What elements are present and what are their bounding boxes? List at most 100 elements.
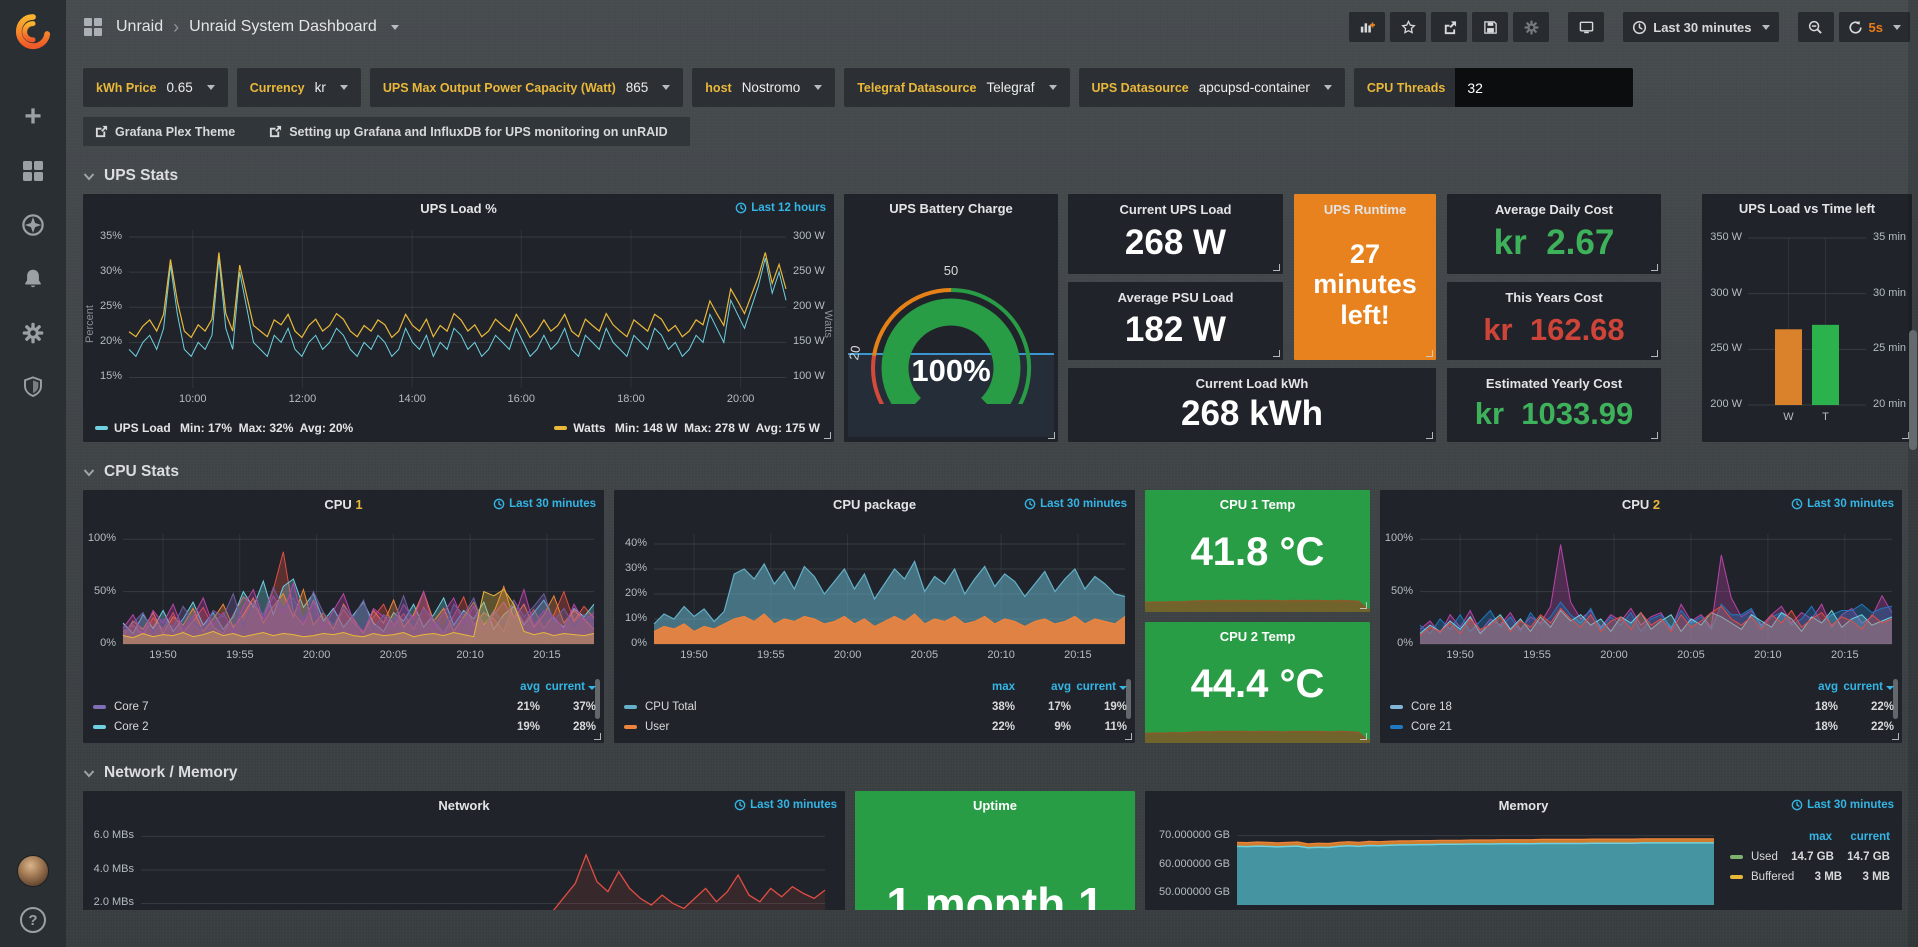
panel-title[interactable]: UPS Load % — [83, 201, 834, 216]
legend-scrollbar[interactable] — [595, 679, 600, 719]
legend-row[interactable]: Buffered3 MB3 MB — [1730, 867, 1890, 887]
axis-tick-label: 20:00 — [1600, 649, 1628, 661]
sidebar-item-alerting[interactable] — [20, 266, 46, 292]
variable-ups-datasource[interactable]: UPS Datasource apcupsd-container — [1079, 68, 1345, 107]
legend-row[interactable]: User22%9%11% — [624, 717, 1127, 737]
ups-load-vs-time-chart[interactable]: 350 W35 min300 W30 min250 W25 min200 W20… — [1702, 216, 1912, 442]
variable-telegraf-datasource[interactable]: Telegraf Datasource Telegraf — [844, 68, 1069, 107]
network-chart[interactable]: 6.0 MBs4.0 MBs2.0 MBs — [87, 819, 835, 910]
sidebar-item-server-admin[interactable] — [20, 374, 46, 400]
section-cpu-stats[interactable]: CPU Stats — [83, 463, 1912, 481]
sidebar-item-configuration[interactable] — [20, 320, 46, 346]
legend-sort-max[interactable]: max — [1774, 831, 1832, 843]
legend-item-watts[interactable]: Watts Min: 148 W Max: 278 W Avg: 175 W — [554, 421, 820, 435]
sidebar-item-explore[interactable] — [20, 212, 46, 238]
panel-time-range[interactable]: Last 30 minutes — [734, 799, 837, 811]
panel-title[interactable]: Average PSU Load — [1118, 290, 1234, 305]
ups-load-chart[interactable]: 35%300 W30%250 W25%200 W20%150 W15%100 W… — [87, 220, 830, 420]
time-range-button[interactable]: Last 30 minutes — [1623, 12, 1778, 42]
grafana-logo-icon[interactable] — [0, 0, 66, 64]
grafana-dashboard: + ? Unraid › — [0, 0, 1918, 947]
sidebar-item-create[interactable]: + — [20, 104, 46, 130]
variable-host[interactable]: host Nostromo — [692, 68, 835, 107]
variable-currency[interactable]: Currency kr — [237, 68, 361, 107]
legend-scrollbar[interactable] — [1126, 679, 1131, 719]
cpu-1-chart[interactable]: 100%50%0%19:5019:5520:0020:0520:1020:15 — [87, 516, 600, 674]
legend-sort-avg[interactable]: avg — [1015, 681, 1071, 693]
legend-sort-avg[interactable]: avg — [484, 681, 540, 693]
panel-time-range[interactable]: Last 30 minutes — [1024, 498, 1127, 510]
panel-title[interactable]: Estimated Yearly Cost — [1486, 376, 1622, 391]
panel-time-range[interactable]: Last 30 minutes — [1791, 498, 1894, 510]
legend-row[interactable]: CPU Total38%17%19% — [624, 697, 1127, 717]
variable-label: Telegraf Datasource — [857, 81, 976, 95]
legend-marker — [1390, 705, 1403, 709]
scrollbar-thumb[interactable] — [1909, 330, 1917, 450]
panel-cpu-1-temp: CPU 1 Temp 41.8 °C — [1145, 490, 1370, 612]
breadcrumb-folder[interactable]: Unraid — [116, 18, 163, 36]
variable-label: CPU Threads — [1367, 81, 1446, 95]
panel-title[interactable]: UPS Runtime — [1324, 202, 1406, 217]
panel-title[interactable]: This Years Cost — [1505, 290, 1602, 305]
panel-title[interactable]: Uptime — [855, 798, 1135, 813]
sidebar-item-dashboards[interactable] — [20, 158, 46, 184]
panel-title[interactable]: UPS Load vs Time left — [1702, 201, 1912, 216]
panel-title[interactable]: UPS Battery Charge — [844, 201, 1058, 216]
legend-row[interactable]: Core 1818%22% — [1390, 697, 1894, 717]
panel-title[interactable]: CPU 2 Temp — [1145, 629, 1370, 644]
legend-sort-avg[interactable]: avg — [1782, 681, 1838, 693]
section-network-memory[interactable]: Network / Memory — [83, 764, 1912, 782]
cpu-threads-input[interactable] — [1455, 68, 1633, 107]
legend-header: avgcurrent — [1390, 677, 1894, 697]
panel-title[interactable]: Current Load kWh — [1196, 376, 1309, 391]
help-button[interactable]: ? — [20, 907, 46, 933]
refresh-button[interactable]: 5s — [1839, 12, 1910, 42]
chart-canvas — [1149, 819, 1718, 910]
legend-sort-max[interactable]: max — [959, 681, 1015, 693]
legend-item-ups-load[interactable]: UPS Load Min: 17% Max: 32% Avg: 20% — [95, 421, 353, 435]
legend-scrollbar[interactable] — [1893, 679, 1898, 719]
section-ups-stats[interactable]: UPS Stats — [83, 167, 1912, 185]
panel-time-range[interactable]: Last 12 hours — [735, 202, 826, 214]
cpu-package-legend: maxavgcurrent CPU Total38%17%19%User22%9%… — [624, 677, 1127, 737]
variable-kwh-price[interactable]: kWh Price 0.65 — [83, 68, 228, 107]
dashboard-link-ups-monitoring[interactable]: Setting up Grafana and InfluxDB for UPS … — [269, 125, 667, 139]
variable-ups-max-power[interactable]: UPS Max Output Power Capacity (Watt) 865 — [370, 68, 683, 107]
legend-sort-current[interactable]: current — [1832, 831, 1890, 843]
legend-row[interactable]: Used14.7 GB14.7 GB — [1730, 847, 1890, 867]
legend-row[interactable]: Core 219%28% — [93, 717, 596, 737]
star-button[interactable] — [1390, 12, 1426, 42]
legend-sort-current[interactable]: current — [1838, 681, 1894, 693]
zoom-out-button[interactable] — [1798, 12, 1834, 42]
add-panel-button[interactable] — [1349, 12, 1385, 42]
memory-chart[interactable]: 70.000000 GB60.000000 GB50.000000 GB — [1149, 819, 1718, 910]
battery-charge-gauge[interactable]: 02050100100% — [844, 218, 1058, 404]
panel-time-range[interactable]: Last 30 minutes — [1791, 799, 1894, 811]
panel-title[interactable]: Current UPS Load — [1120, 202, 1232, 217]
panel-title[interactable]: Average Daily Cost — [1495, 202, 1613, 217]
page-scrollbar[interactable] — [1908, 0, 1918, 947]
user-avatar[interactable] — [17, 855, 49, 887]
panel-title[interactable]: CPU 1 Temp — [1145, 497, 1370, 512]
kiosk-mode-button[interactable] — [1568, 12, 1604, 42]
gear-icon — [1524, 20, 1539, 35]
legend-sort-current[interactable]: current — [540, 681, 596, 693]
dashboard-grid-icon[interactable] — [84, 18, 102, 36]
panel-time-range[interactable]: Last 30 minutes — [493, 498, 596, 510]
axis-tick-label: W — [1783, 411, 1793, 423]
legend-row[interactable]: Core 2118%22% — [1390, 717, 1894, 737]
legend-sort-current[interactable]: current — [1071, 681, 1127, 693]
share-button[interactable] — [1431, 12, 1467, 42]
cpu-package-chart[interactable]: 40%30%20%10%0%19:5019:5520:0020:0520:102… — [618, 516, 1131, 674]
variable-label: UPS Datasource — [1092, 81, 1189, 95]
panel-title[interactable]: Network — [83, 798, 845, 813]
legend-row[interactable]: Core 721%37% — [93, 697, 596, 717]
caret-down-icon[interactable] — [391, 25, 399, 30]
cpu-2-chart[interactable]: 100%50%0%19:5019:5520:0020:0520:1020:15 — [1384, 516, 1898, 674]
breadcrumb-dashboard[interactable]: Unraid System Dashboard — [189, 18, 377, 36]
axis-tick-label: 20:10 — [456, 649, 484, 661]
save-button[interactable] — [1472, 12, 1508, 42]
panel-title[interactable]: Memory — [1145, 798, 1902, 813]
dashboard-link-plex-theme[interactable]: Grafana Plex Theme — [95, 125, 235, 139]
settings-button[interactable] — [1513, 12, 1549, 42]
